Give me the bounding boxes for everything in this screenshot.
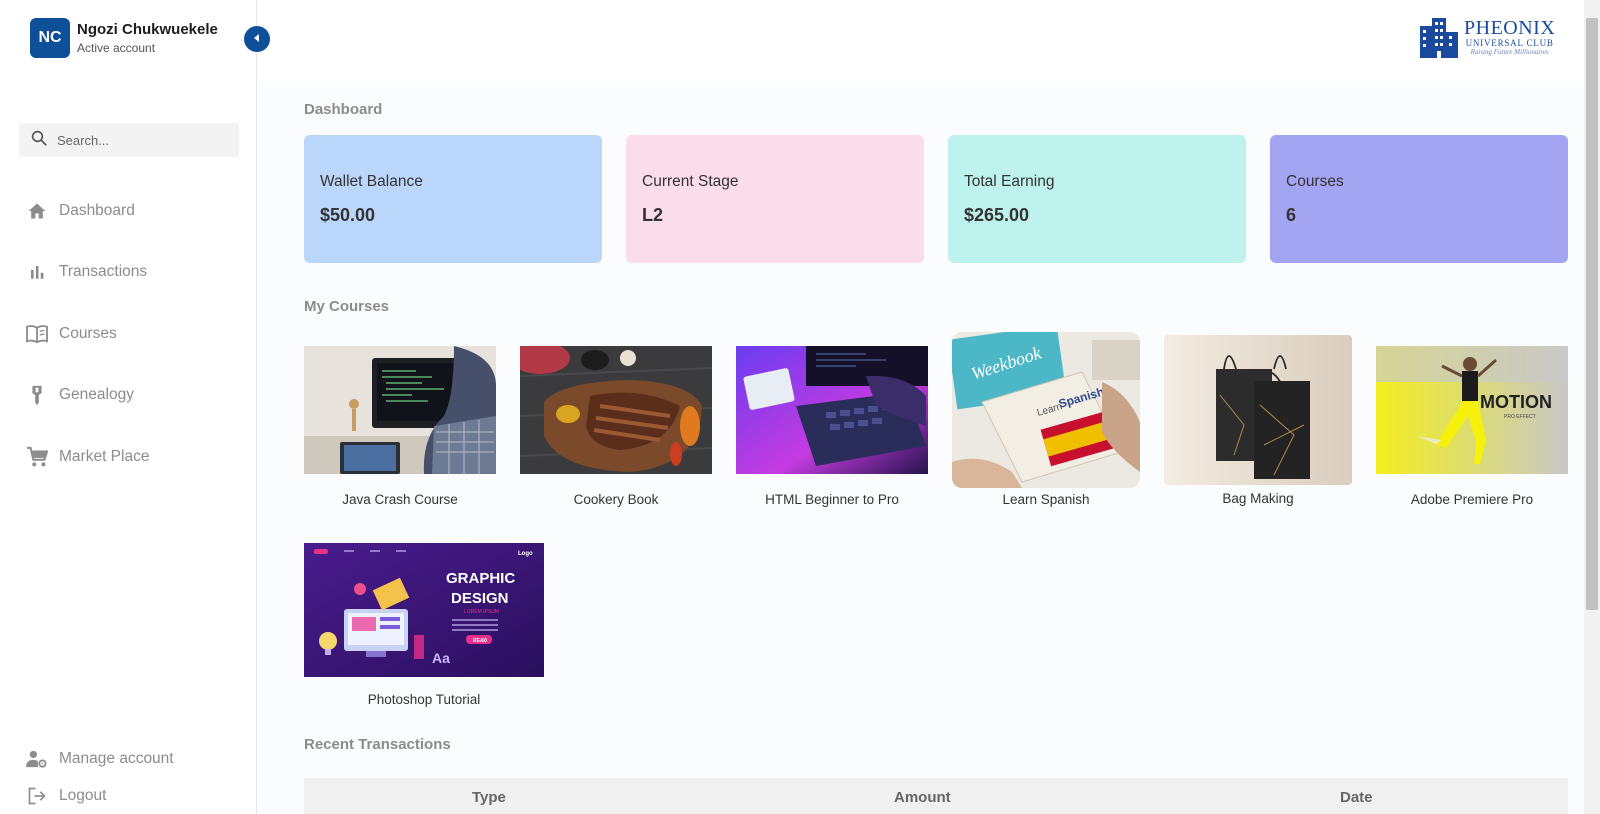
- course-title: Java Crash Course: [342, 492, 458, 507]
- logo-subtitle: UNIVERSAL CLUB: [1465, 38, 1554, 48]
- course-thumbnail: Logo GRAPHIC DESIGN LOREM IPSUM READ Aa: [304, 543, 544, 677]
- course-title: Adobe Premiere Pro: [1410, 492, 1534, 507]
- avatar: NC: [30, 18, 70, 58]
- nav-item-manage-account[interactable]: Manage account: [26, 740, 174, 777]
- total-earning-card[interactable]: Total Earning $265.00: [948, 135, 1246, 263]
- course-learn-spanish[interactable]: Weekbook Learn Spanish Learn Spanish: [952, 332, 1140, 507]
- search-input[interactable]: [57, 132, 227, 148]
- bottom-nav: Manage account Logout: [26, 740, 174, 814]
- column-header-date[interactable]: Date: [1340, 789, 1373, 806]
- course-title: Photoshop Tutorial: [367, 692, 481, 707]
- dashboard-title: Dashboard: [304, 101, 383, 118]
- course-thumbnail: [304, 346, 496, 474]
- graphic-design-subtitle: LOREM IPSUM: [464, 609, 499, 615]
- nav-item-transactions[interactable]: Transactions: [26, 242, 149, 304]
- cart-icon: [26, 446, 48, 468]
- course-thumbnail: Weekbook Learn Spanish: [952, 332, 1140, 488]
- genealogy-icon: [26, 384, 48, 406]
- profile: NC Ngozi Chukwuekele Active account: [30, 18, 218, 58]
- course-title: Learn Spanish: [1002, 492, 1090, 507]
- course-bag-making[interactable]: . Bag Making: [1164, 335, 1352, 506]
- profile-status: Active account: [77, 41, 156, 55]
- home-icon: [26, 200, 48, 222]
- graphic-design-line2: DESIGN: [451, 590, 509, 607]
- course-thumbnail: [520, 346, 712, 474]
- card-label: Courses: [1286, 173, 1344, 190]
- current-stage-card[interactable]: Current Stage L2: [626, 135, 924, 263]
- profile-name: Ngozi Chukwuekele: [77, 21, 218, 38]
- nav-label: Courses: [59, 324, 117, 342]
- nav-item-dashboard[interactable]: Dashboard: [26, 180, 149, 242]
- column-header-type[interactable]: Type: [472, 789, 506, 806]
- logout-icon: [26, 785, 48, 807]
- manage-account-icon: [26, 748, 48, 770]
- nav-item-logout[interactable]: Logout: [26, 777, 174, 814]
- nav-label: Transactions: [59, 263, 148, 281]
- scrollbar-thumb[interactable]: [1586, 18, 1598, 610]
- building-icon: [1420, 18, 1458, 63]
- course-photoshop-tutorial[interactable]: Logo GRAPHIC DESIGN LOREM IPSUM READ Aa: [304, 543, 544, 707]
- card-label: Total Earning: [964, 173, 1055, 190]
- card-value: $265.00: [964, 205, 1030, 225]
- card-label: Wallet Balance: [320, 173, 423, 190]
- nav-label: Genealogy: [59, 386, 134, 404]
- card-value: L2: [642, 205, 664, 225]
- recent-transactions-title: Recent Transactions: [304, 736, 451, 753]
- motion-text: MOTION: [1480, 392, 1552, 412]
- nav-label: Market Place: [59, 447, 150, 465]
- nav-label: Logout: [59, 786, 107, 804]
- motion-sub-text: PRO EFFECT: [1504, 414, 1536, 420]
- course-thumbnail: .: [1164, 335, 1352, 485]
- courses-card[interactable]: Courses 6: [1270, 135, 1568, 263]
- nav-item-market-place[interactable]: Market Place: [26, 426, 149, 488]
- nav-label: Dashboard: [59, 201, 135, 219]
- wallet-balance-card[interactable]: Wallet Balance $50.00: [304, 135, 602, 263]
- sidebar: NC Ngozi Chukwuekele Active account Dash…: [0, 0, 257, 814]
- logo-title: PHEONIX: [1464, 17, 1556, 39]
- course-title: Bag Making: [1222, 491, 1294, 506]
- column-header-amount[interactable]: Amount: [894, 789, 951, 806]
- nav-label: Manage account: [59, 749, 174, 767]
- nav-item-courses[interactable]: Courses: [26, 303, 149, 365]
- pheonix-logo[interactable]: PHEONIX UNIVERSAL CLUB Raising Future Mi…: [1420, 18, 1555, 63]
- course-thumbnail: MOTION PRO EFFECT: [1376, 346, 1568, 474]
- course-cookery-book[interactable]: Cookery Book: [520, 346, 712, 507]
- bar-chart-icon: [26, 261, 48, 283]
- chevron-left-icon: [252, 30, 262, 48]
- stat-cards: Wallet Balance $50.00 Current Stage L2 T…: [304, 135, 1568, 263]
- card-value: 6: [1286, 205, 1297, 225]
- main-nav: Dashboard Transactions Courses Genealogy…: [26, 180, 149, 488]
- svg-text:Aa: Aa: [432, 650, 450, 666]
- search-box: [19, 123, 239, 157]
- course-title: Cookery Book: [573, 492, 659, 507]
- collapse-sidebar-button[interactable]: [244, 26, 270, 52]
- card-value: $50.00: [320, 205, 376, 225]
- course-java-crash-course[interactable]: Java Crash Course: [304, 346, 496, 507]
- course-html-beginner-to-pro[interactable]: HTML Beginner to Pro: [736, 346, 928, 507]
- graphic-design-read-button-text: READ: [473, 638, 488, 644]
- course-adobe-premiere-pro[interactable]: MOTION PRO EFFECT Adobe Premiere Pro: [1376, 346, 1568, 507]
- main-content: PHEONIX UNIVERSAL CLUB Raising Future Mi…: [257, 0, 1584, 814]
- search-icon: [30, 129, 48, 152]
- course-title: HTML Beginner to Pro: [765, 492, 899, 507]
- card-label: Current Stage: [642, 173, 739, 190]
- vertical-scrollbar[interactable]: [1584, 0, 1600, 814]
- nav-item-genealogy[interactable]: Genealogy: [26, 365, 149, 427]
- transactions-table-header: Type Amount Date: [304, 778, 1568, 814]
- graphic-design-line1: GRAPHIC: [446, 570, 515, 587]
- logo-tagline: Raising Future Millionaires: [1470, 48, 1549, 56]
- my-courses-title: My Courses: [304, 298, 390, 315]
- graphic-design-logo-text: Logo: [518, 551, 533, 557]
- book-icon: [26, 323, 48, 345]
- course-thumbnail: [736, 346, 928, 474]
